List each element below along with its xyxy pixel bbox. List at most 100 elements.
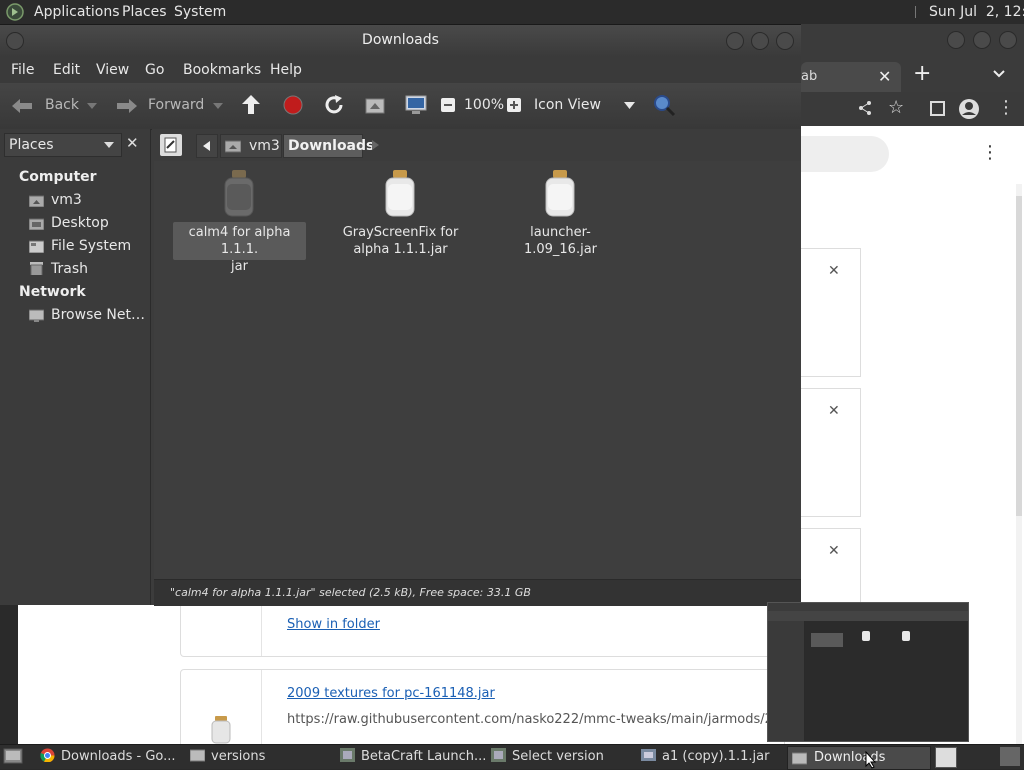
menu-go[interactable]: Go [145, 62, 164, 78]
chrome-close-button[interactable] [999, 31, 1017, 49]
computer-icon[interactable] [405, 94, 427, 116]
taskbar-item-versions[interactable]: versions [190, 748, 265, 766]
sidebar-item-desktop[interactable]: Desktop [0, 213, 150, 235]
search-field-fragment[interactable] [801, 136, 889, 172]
chrome-tab-title: ab [801, 69, 818, 84]
close-sidebar-icon[interactable]: ✕ [126, 134, 139, 152]
preview-selected-file [811, 633, 843, 647]
file-item[interactable]: GrayScreenFix for alpha 1.1.1.jar [334, 166, 467, 257]
remove-item-icon[interactable]: ✕ [828, 403, 840, 419]
window-preview-thumbnail[interactable] [767, 602, 969, 742]
desktop-strip [0, 605, 18, 744]
gnome-foot-icon[interactable] [5, 3, 25, 21]
view-mode-select[interactable]: Icon View [530, 94, 638, 118]
sidebar-item-browse-network[interactable]: Browse Net… [0, 305, 150, 327]
sidebar-item-file-system[interactable]: File System [0, 236, 150, 258]
sidebar-item-label: vm3 [51, 192, 82, 208]
chrome-tabbar: ab ✕ + [801, 58, 1024, 92]
sidepanel-icon[interactable] [930, 101, 945, 116]
path-segment-label: vm3 [249, 138, 280, 154]
taskbar-item-betacraft[interactable]: BetaCraft Launch... [340, 748, 486, 766]
file-item[interactable]: calm4 for alpha 1.1.1. jar [173, 166, 306, 274]
remove-item-icon[interactable]: ✕ [828, 543, 840, 559]
share-icon[interactable] [857, 100, 873, 116]
fm-minimize-button[interactable] [726, 32, 744, 50]
menu-applications[interactable]: Applications [34, 4, 120, 20]
chevron-right-icon [372, 140, 379, 150]
zoom-out-button[interactable] [441, 98, 455, 112]
menu-places[interactable]: Places [122, 4, 167, 20]
mouse-cursor-icon [865, 751, 877, 769]
new-tab-icon[interactable]: + [913, 61, 931, 86]
profile-avatar-icon[interactable] [958, 98, 980, 120]
zoom-level[interactable]: 100% [464, 97, 504, 113]
path-segment-downloads[interactable]: Downloads [283, 134, 374, 158]
menu-view[interactable]: View [96, 62, 129, 78]
bookmark-star-icon[interactable]: ☆ [888, 97, 904, 118]
menu-system[interactable]: System [174, 4, 226, 20]
chrome-menu-icon[interactable]: ⋮ [997, 97, 1015, 118]
scrollbar-track[interactable] [1016, 184, 1022, 744]
path-segment-vm3[interactable]: vm3 [220, 134, 282, 158]
scrollbar-thumb[interactable] [1016, 196, 1022, 516]
remove-item-icon[interactable]: ✕ [828, 263, 840, 279]
fm-close-button[interactable] [776, 32, 794, 50]
fm-maximize-button[interactable] [751, 32, 769, 50]
forward-button[interactable]: Forward [115, 93, 207, 119]
path-scroll-left-button[interactable] [196, 134, 218, 158]
stop-icon[interactable] [283, 95, 303, 115]
fm-titlebar[interactable]: Downloads [0, 25, 801, 57]
download-filename-link[interactable]: 2009 textures for pc-161148.jar [287, 686, 495, 701]
bottom-taskbar: Downloads - Go... versions BetaCraft Lau… [0, 744, 1024, 770]
show-desktop-icon[interactable] [3, 748, 23, 765]
taskbar-item-select-version[interactable]: Select version [491, 748, 604, 766]
fm-icon-view[interactable]: calm4 for alpha 1.1.1. jar GrayScreenFix… [154, 161, 801, 579]
sidebar-item-trash[interactable]: Trash [0, 259, 150, 281]
download-url: https://raw.githubusercontent.com/nasko2… [287, 712, 767, 727]
top-panel: Applications Places System Sun Jul 2, 12… [0, 0, 1024, 25]
download-card: ✕ [801, 248, 861, 377]
folder-icon [190, 749, 205, 762]
sidebar-item-vm3[interactable]: vm3 [0, 190, 150, 212]
taskbar-item-downloads-active[interactable]: Downloads [787, 746, 931, 770]
forward-arrow-icon [117, 99, 137, 113]
taskbar-item-chrome[interactable]: Downloads - Go... [40, 748, 176, 766]
sidebar-places-select[interactable]: Places [4, 133, 122, 157]
page-menu-icon[interactable]: ⋮ [981, 142, 999, 163]
chrome-maximize-button[interactable] [973, 31, 991, 49]
taskbar-item-label: versions [211, 749, 266, 764]
sidebar-item-label: Trash [51, 261, 88, 277]
desktop-folder-icon [29, 218, 44, 230]
jar-file-icon [545, 170, 575, 217]
menu-help[interactable]: Help [270, 62, 302, 78]
taskbar-item-label: a1 (copy).1.1.jar [662, 749, 770, 764]
file-item[interactable]: launcher-1.09_16.jar [494, 166, 627, 257]
chevron-down-icon[interactable] [993, 69, 1005, 79]
show-in-folder-link[interactable]: Show in folder [287, 617, 380, 632]
jar-file-icon [862, 631, 870, 641]
trash-applet[interactable] [1000, 747, 1020, 766]
clock[interactable]: Sun Jul 2, 12:13 [929, 4, 1024, 20]
up-arrow-icon[interactable] [241, 94, 261, 116]
plus-v-icon [513, 101, 515, 109]
menu-file[interactable]: File [11, 62, 34, 78]
menu-edit[interactable]: Edit [53, 62, 80, 78]
forward-history-chevron-icon[interactable] [213, 103, 223, 109]
file-name-line2: alpha 1.1.1.jar [353, 242, 448, 257]
chrome-minimize-button[interactable] [947, 31, 965, 49]
network-icon [29, 309, 44, 322]
toggle-location-button[interactable] [160, 134, 182, 156]
zoom-in-button[interactable] [507, 98, 521, 112]
search-icon[interactable] [652, 93, 676, 117]
chrome-tab[interactable]: ab ✕ [801, 62, 901, 92]
menu-bookmarks[interactable]: Bookmarks [183, 62, 261, 78]
chrome-tab-close-icon[interactable]: ✕ [878, 67, 891, 86]
workspace-switcher[interactable] [935, 747, 957, 768]
taskbar-item-a1-copy[interactable]: a1 (copy).1.1.jar [641, 748, 769, 766]
home-icon[interactable] [364, 95, 386, 115]
reload-icon[interactable] [323, 94, 345, 116]
fm-toolbar: Back Forward 100% Icon View [0, 83, 801, 130]
path-scroll-right-button[interactable] [366, 134, 382, 156]
file-name: launcher-1.09_16.jar [494, 224, 627, 258]
back-history-chevron-icon[interactable] [87, 103, 97, 109]
